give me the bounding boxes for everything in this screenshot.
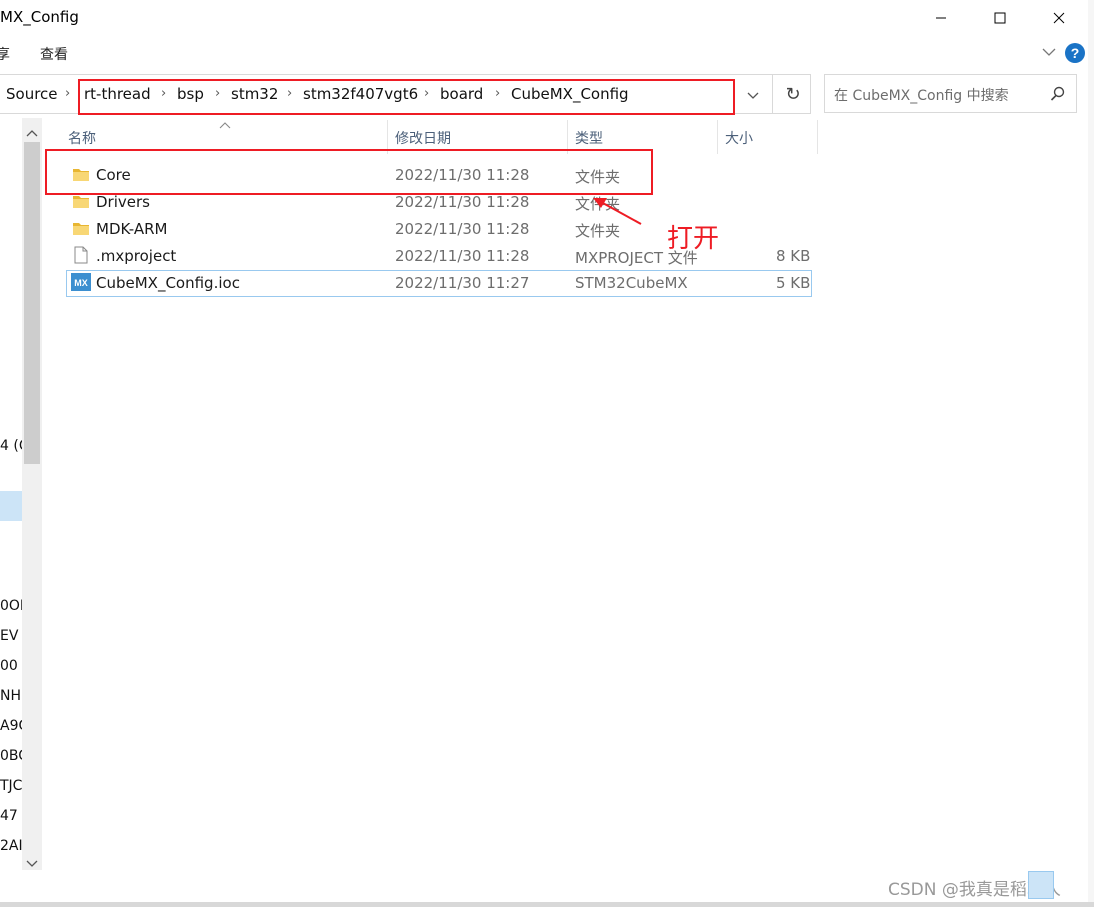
- nav-selected-item[interactable]: [0, 491, 22, 521]
- view-toggle-button[interactable]: [1028, 871, 1054, 899]
- file-icon: [74, 246, 88, 268]
- window-border: [0, 902, 1094, 907]
- column-header-name[interactable]: 名称: [68, 128, 96, 148]
- nav-item[interactable]: 2AI: [0, 838, 22, 854]
- nav-item[interactable]: 47: [0, 808, 22, 824]
- file-date: 2022/11/30 11:27: [395, 274, 530, 292]
- file-name[interactable]: Drivers: [96, 193, 150, 211]
- maximize-button[interactable]: [977, 2, 1023, 34]
- column-divider[interactable]: [717, 120, 718, 154]
- scroll-down-icon[interactable]: [25, 855, 39, 874]
- maximize-icon: [994, 12, 1006, 24]
- file-date: 2022/11/30 11:28: [395, 247, 530, 265]
- sort-ascending-icon: [219, 114, 231, 133]
- address-highlight-box: [78, 79, 735, 115]
- chevron-down-icon: [747, 92, 759, 99]
- refresh-icon: ↻: [785, 83, 801, 105]
- nav-scrollbar-thumb[interactable]: [24, 142, 40, 464]
- search-icon[interactable]: [1050, 86, 1066, 106]
- nav-item[interactable]: TJC: [0, 778, 22, 794]
- chevron-down-icon: [1042, 48, 1056, 56]
- column-header-size[interactable]: 大小: [725, 128, 753, 148]
- nav-item[interactable]: NH: [0, 688, 22, 704]
- column-header-date[interactable]: 修改日期: [395, 128, 451, 148]
- file-name[interactable]: CubeMX_Config.ioc: [96, 274, 240, 292]
- help-button[interactable]: ?: [1065, 43, 1085, 63]
- breadcrumb-source[interactable]: Source: [6, 85, 58, 103]
- column-divider[interactable]: [817, 120, 818, 154]
- expand-ribbon-button[interactable]: [1041, 44, 1057, 64]
- annotation-label: 打开: [667, 224, 720, 254]
- file-date: 2022/11/30 11:28: [395, 193, 530, 211]
- window-border: [1088, 0, 1094, 907]
- file-size: 5 KB: [776, 274, 811, 292]
- window-title: MX_Config: [0, 8, 79, 26]
- file-name[interactable]: MDK-ARM: [96, 220, 167, 238]
- close-icon: [1053, 12, 1065, 24]
- column-header-type[interactable]: 类型: [575, 128, 603, 148]
- annotation-arrow-icon: [593, 198, 642, 225]
- file-size: 8 KB: [776, 247, 811, 265]
- ribbon-tab-share[interactable]: 享: [0, 44, 10, 64]
- nav-item[interactable]: 00: [0, 658, 22, 674]
- close-button[interactable]: [1036, 2, 1082, 34]
- svg-text:MX: MX: [74, 278, 88, 288]
- minimize-icon: [936, 17, 946, 19]
- nav-item[interactable]: 0OI: [0, 598, 22, 614]
- core-highlight-box: [45, 149, 653, 195]
- chevron-right-icon[interactable]: ›: [65, 86, 70, 101]
- nav-item[interactable]: EV: [0, 628, 22, 644]
- file-type: STM32CubeMX: [575, 274, 688, 292]
- nav-item[interactable]: 0BC: [0, 748, 22, 764]
- nav-item[interactable]: A9G: [0, 718, 22, 734]
- folder-icon: [72, 220, 90, 240]
- address-history-button[interactable]: [746, 88, 760, 107]
- mx-icon: MX: [71, 273, 91, 295]
- search-placeholder: 在 CubeMX_Config 中搜索: [834, 88, 1009, 104]
- folder-icon: [72, 193, 90, 213]
- minimize-button[interactable]: [918, 2, 964, 34]
- ribbon-tab-view[interactable]: 查看: [40, 44, 68, 64]
- scroll-up-icon[interactable]: [25, 124, 39, 143]
- file-date: 2022/11/30 11:28: [395, 220, 530, 238]
- file-name[interactable]: .mxproject: [96, 247, 176, 265]
- nav-item[interactable]: 4 (C: [0, 438, 22, 454]
- refresh-button[interactable]: ↻: [772, 74, 813, 114]
